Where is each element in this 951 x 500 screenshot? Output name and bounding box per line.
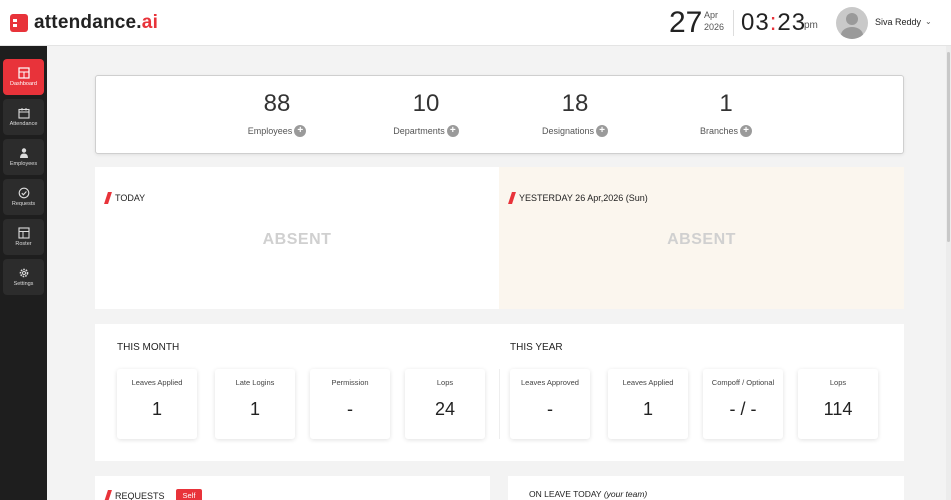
accent-slash — [508, 192, 516, 204]
summary-card: THIS MONTH THIS YEAR Leaves Applied 1 La… — [95, 324, 904, 461]
plus-icon[interactable]: + — [446, 125, 459, 137]
year-leaves-applied[interactable]: Leaves Applied 1 — [608, 369, 688, 439]
stat-value: 1 — [719, 90, 733, 117]
header-divider — [733, 10, 734, 36]
accent-slash — [104, 489, 112, 500]
year-leaves-approved[interactable]: Leaves Approved - — [510, 369, 590, 439]
requests-card: REQUESTS Self — [95, 476, 490, 500]
top-header: attendance.ai 27 Apr 2026 03:23 pm Siva R… — [0, 0, 951, 46]
today-title: TODAY — [115, 193, 146, 203]
stat-departments[interactable]: 10 Departments + — [366, 90, 486, 139]
chevron-down-icon[interactable]: ⌄ — [925, 17, 932, 26]
on-leave-card: ON LEAVE TODAY (your team) — [508, 476, 904, 500]
stat-label: Designations — [541, 126, 595, 136]
stat-label: Branches — [699, 126, 739, 136]
sidebar-item-dashboard[interactable]: Dashboard — [3, 59, 44, 95]
roster-icon — [17, 227, 30, 239]
yesterday-title: YESTERDAY 26 Apr,2026 (Sun) — [519, 193, 648, 203]
month-leaves-applied[interactable]: Leaves Applied 1 — [117, 369, 197, 439]
sidebar-item-roster[interactable]: Roster — [3, 219, 44, 255]
calendar-icon — [17, 108, 30, 119]
scrollbar-thumb[interactable] — [947, 52, 950, 242]
sidebar-item-employees[interactable]: Employees — [3, 139, 44, 175]
month-permission[interactable]: Permission - — [310, 369, 390, 439]
year-compoff-optional[interactable]: Compoff / Optional - / - — [703, 369, 783, 439]
stat-branches[interactable]: 1 Branches + — [666, 90, 786, 139]
plus-icon[interactable]: + — [740, 125, 753, 137]
stat-value: 88 — [263, 90, 291, 117]
stat-employees[interactable]: 88 Employees + — [217, 90, 337, 139]
on-leave-title: ON LEAVE TODAY — [529, 489, 602, 499]
summary-divider — [499, 369, 500, 439]
app-logo[interactable]: attendance.ai — [10, 12, 158, 34]
sidebar-item-attendance[interactable]: Attendance — [3, 99, 44, 135]
stat-value: 18 — [561, 90, 589, 117]
dashboard-icon — [17, 67, 30, 79]
date-month-year: Apr 2026 — [704, 10, 725, 32]
sidebar-item-label: Dashboard — [10, 81, 37, 87]
clock-time: 03:23 — [741, 9, 807, 36]
plus-icon[interactable]: + — [596, 125, 609, 137]
sidebar-item-label: Requests — [11, 201, 36, 207]
year-lops[interactable]: Lops 114 — [798, 369, 878, 439]
month-lops[interactable]: Lops 24 — [405, 369, 485, 439]
gear-icon — [19, 268, 28, 278]
sidebar-item-label: Employees — [9, 161, 38, 167]
sidebar-item-settings[interactable]: Settings — [3, 259, 44, 295]
requests-title: REQUESTS — [115, 490, 165, 500]
sidebar: Dashboard Attendance Employees Requests … — [0, 46, 47, 500]
stat-label: Departments — [393, 126, 445, 136]
accent-slash — [104, 192, 112, 204]
date-day: 27 — [669, 6, 703, 39]
clock-ampm: pm — [804, 20, 818, 31]
check-circle-icon — [18, 187, 29, 199]
people-icon — [19, 148, 28, 158]
today-status: ABSENT — [262, 231, 332, 248]
logo-text: attendance.ai — [34, 12, 159, 33]
this-year-title: THIS YEAR — [510, 342, 563, 353]
user-name-menu[interactable]: Siva Reddy — [875, 17, 921, 27]
self-filter-badge[interactable]: Self — [175, 489, 203, 500]
yesterday-card: YESTERDAY 26 Apr,2026 (Sun) ABSENT — [499, 167, 904, 309]
sidebar-item-label: Roster — [15, 241, 32, 247]
sidebar-item-requests[interactable]: Requests — [3, 179, 44, 215]
org-stats-card: 88 Employees + 10 Departments + 18 Designa… — [95, 75, 904, 154]
today-card: TODAY ABSENT — [95, 167, 499, 309]
stat-value: 10 — [412, 90, 440, 117]
sidebar-item-label: Settings — [13, 281, 34, 287]
this-month-title: THIS MONTH — [117, 342, 180, 353]
sidebar-item-label: Attendance — [9, 121, 38, 127]
logo-icon — [10, 14, 28, 32]
yesterday-status: ABSENT — [667, 231, 736, 248]
avatar[interactable] — [836, 7, 868, 39]
plus-icon[interactable]: + — [294, 125, 307, 137]
stat-designations[interactable]: 18 Designations + — [515, 90, 635, 139]
month-late-logins[interactable]: Late Logins 1 — [215, 369, 295, 439]
on-leave-subtitle: (your team) — [603, 489, 648, 499]
stat-label: Employees — [247, 126, 293, 136]
